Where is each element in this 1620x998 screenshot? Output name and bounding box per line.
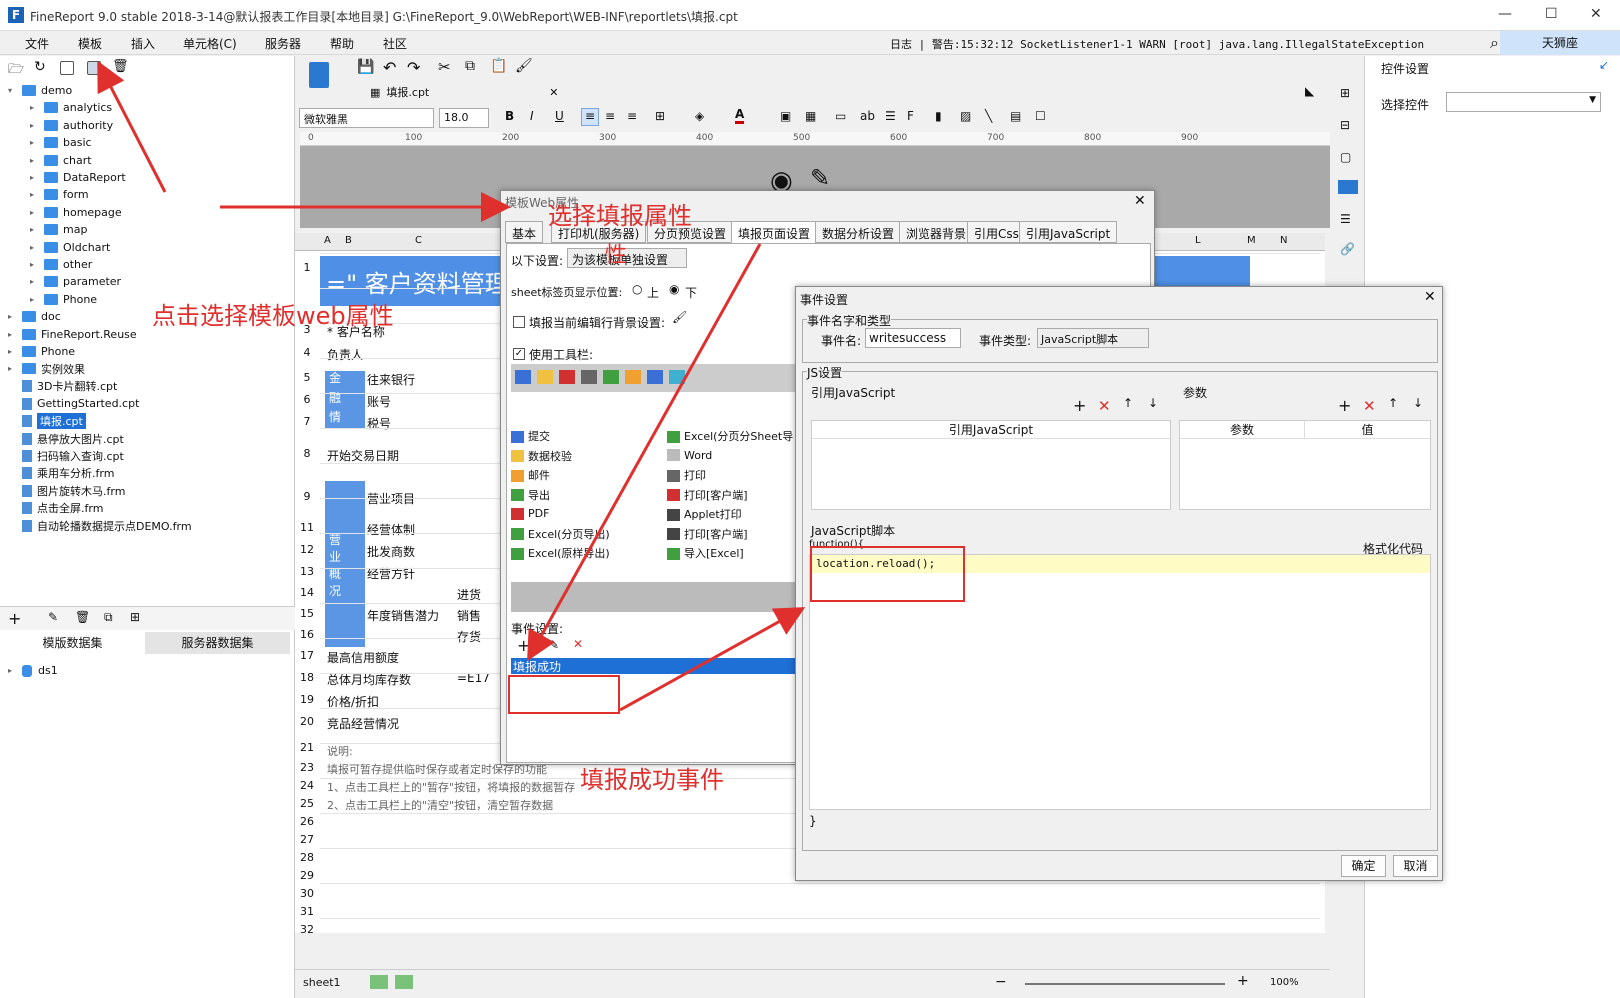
arrow-to-web-icon (97, 60, 167, 193)
arrow-to-event-add (527, 243, 762, 662)
annotation-select-fill: 选择填报属性 (548, 202, 692, 230)
annotation-web-attr: 点击选择模板web属性 (152, 302, 394, 330)
annotation-arrows (97, 60, 806, 712)
annotation-select-fill-tail: 性 (605, 243, 628, 268)
arrow-to-code (619, 607, 806, 712)
annotation-success-event: 填报成功事件 (580, 766, 724, 794)
